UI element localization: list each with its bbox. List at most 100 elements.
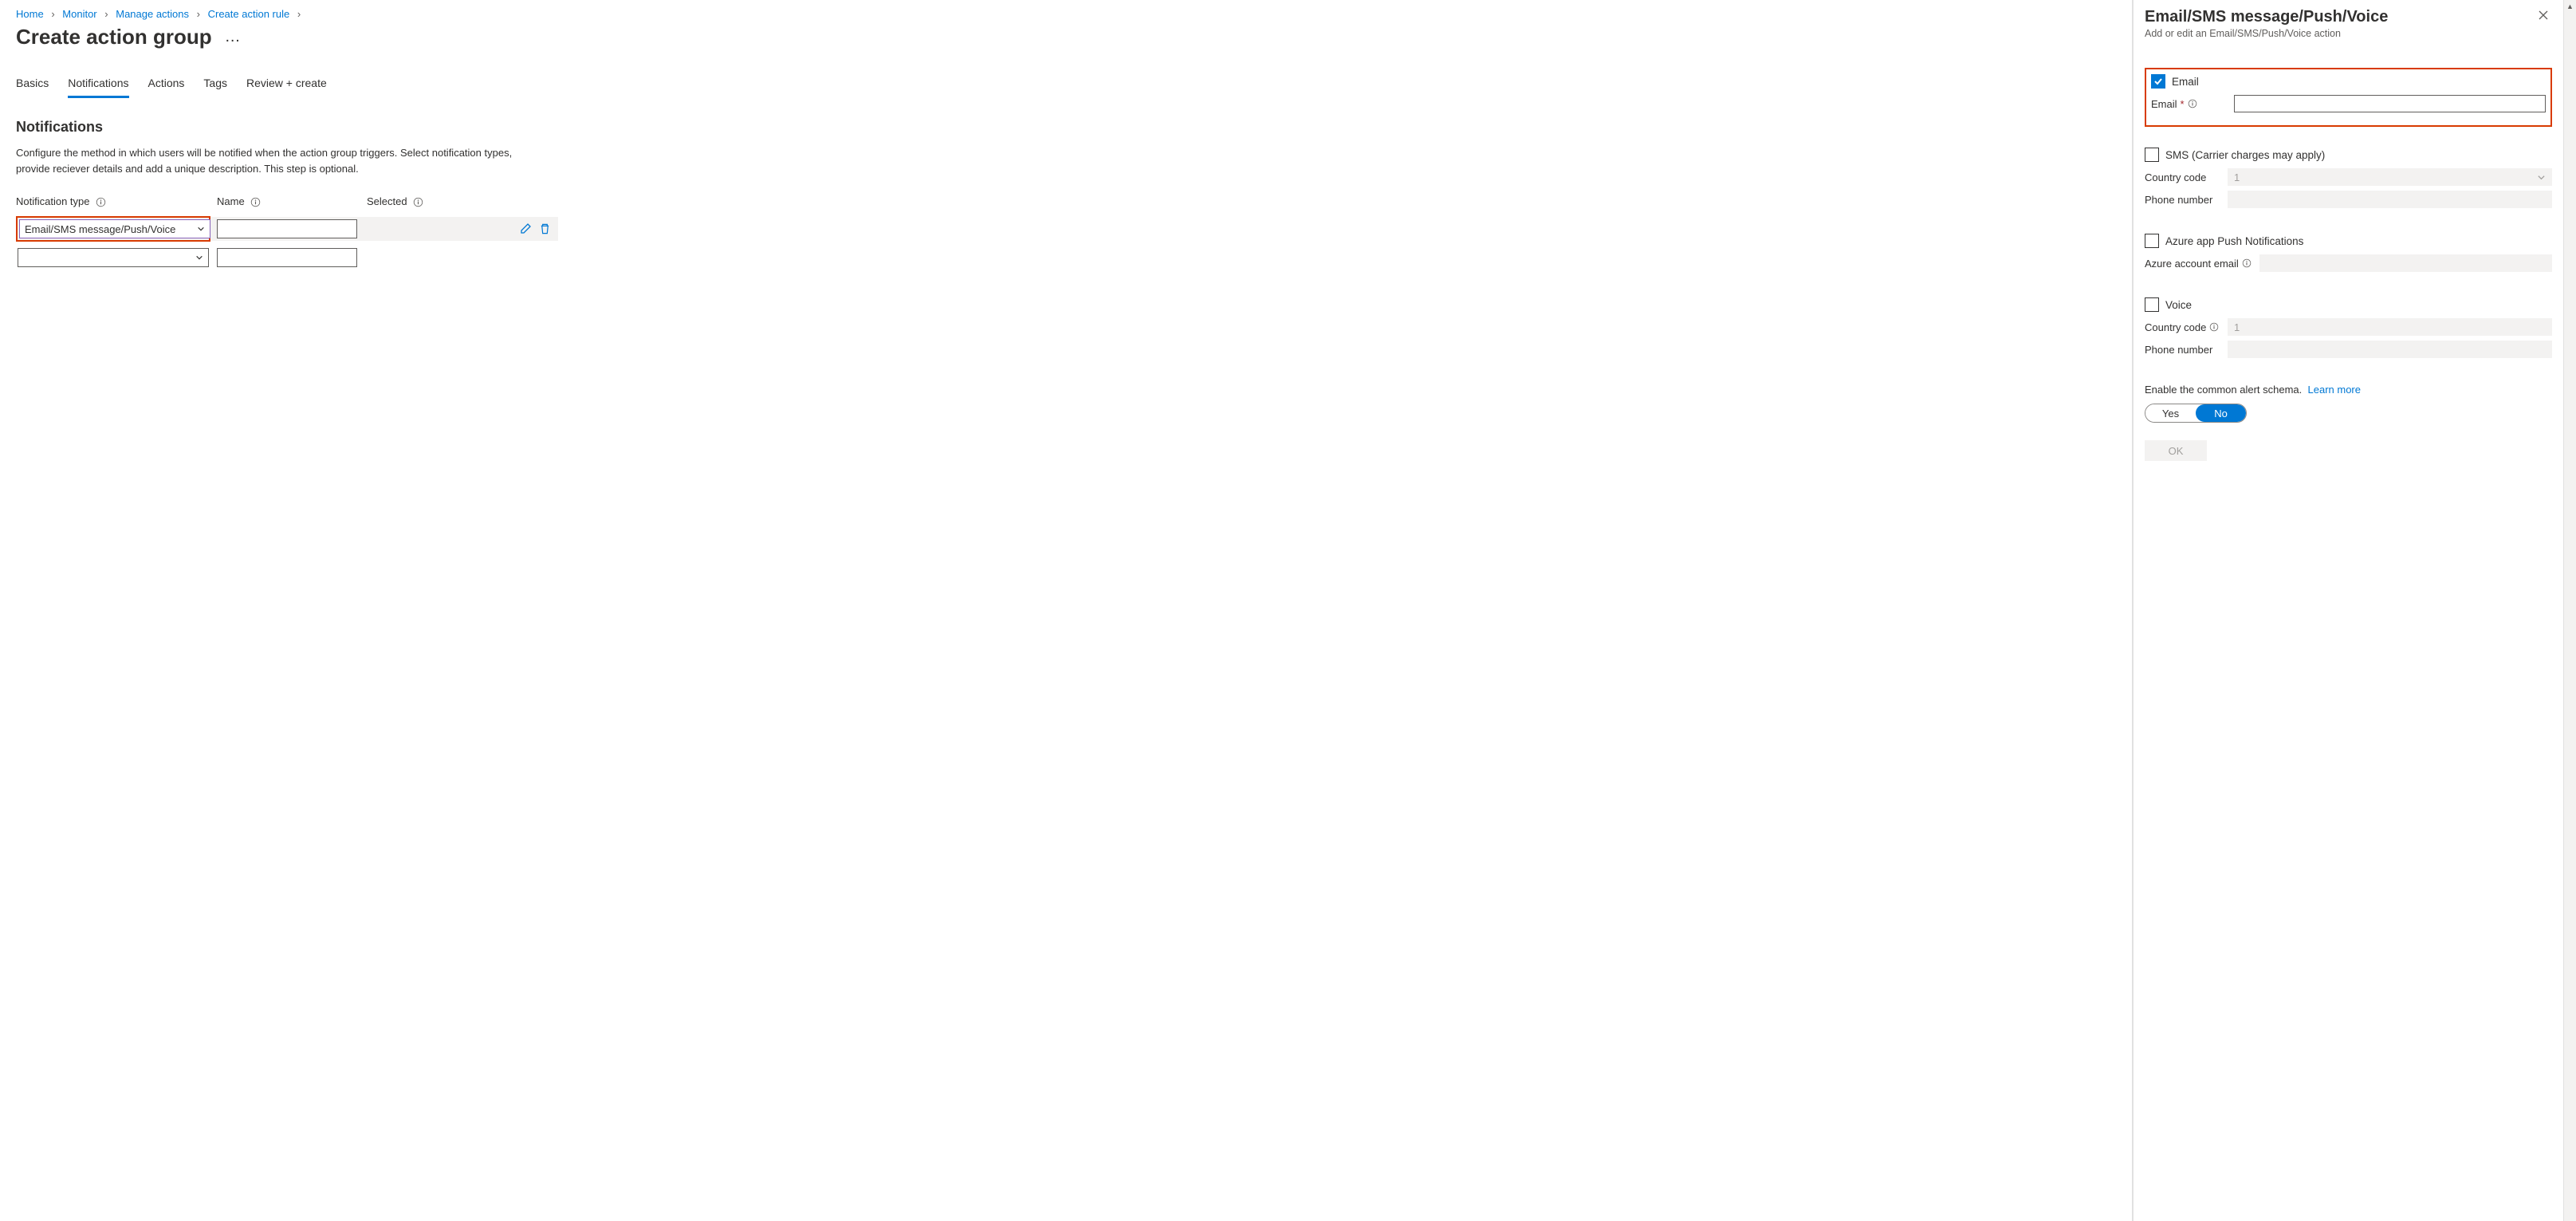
- voice-country-value: 1: [2234, 321, 2240, 333]
- section-heading: Notifications: [16, 119, 2116, 136]
- notification-type-value: Email/SMS message/Push/Voice: [25, 223, 175, 235]
- sms-check-row: SMS (Carrier charges may apply): [2145, 148, 2552, 162]
- main-content: Home › Monitor › Manage actions › Create…: [0, 0, 2133, 1221]
- breadcrumb-sep: ›: [197, 8, 200, 20]
- cell-name: [217, 248, 367, 267]
- sms-phone-input[interactable]: [2228, 191, 2552, 208]
- push-checkbox-label: Azure app Push Notifications: [2165, 235, 2303, 247]
- breadcrumb-manage-actions[interactable]: Manage actions: [116, 8, 189, 20]
- tab-review-create[interactable]: Review + create: [246, 72, 327, 98]
- header-notification-type: Notification type: [16, 195, 217, 207]
- sms-phone-label: Phone number: [2145, 194, 2221, 206]
- name-input[interactable]: [217, 219, 357, 238]
- panel-title: Email/SMS message/Push/Voice: [2145, 8, 2388, 26]
- table-row: [16, 246, 558, 270]
- required-star: *: [2181, 98, 2185, 110]
- voice-country-row: Country code 1: [2145, 318, 2552, 336]
- notification-type-highlight: Email/SMS message/Push/Voice: [16, 216, 210, 242]
- panel-subtitle: Add or edit an Email/SMS/Push/Voice acti…: [2145, 28, 2388, 39]
- breadcrumbs: Home › Monitor › Manage actions › Create…: [16, 8, 2116, 20]
- tab-notifications[interactable]: Notifications: [68, 72, 128, 98]
- schema-text: Enable the common alert schema.: [2145, 384, 2302, 396]
- push-email-input[interactable]: [2259, 254, 2552, 272]
- scroll-up-icon[interactable]: ▲: [2564, 0, 2576, 13]
- edit-icon[interactable]: [518, 222, 533, 236]
- panel-header: Email/SMS message/Push/Voice Add or edit…: [2145, 8, 2552, 68]
- notification-type-select[interactable]: [18, 248, 209, 267]
- section-description: Configure the method in which users will…: [16, 145, 542, 176]
- email-field-label-text: Email: [2151, 98, 2177, 110]
- sms-checkbox-label: SMS (Carrier charges may apply): [2165, 149, 2325, 161]
- breadcrumb-sep: ›: [51, 8, 54, 20]
- ok-button[interactable]: OK: [2145, 440, 2207, 461]
- tabs: Basics Notifications Actions Tags Review…: [16, 72, 2116, 98]
- breadcrumb-create-action-rule[interactable]: Create action rule: [208, 8, 290, 20]
- info-icon[interactable]: [96, 197, 106, 207]
- breadcrumb-home[interactable]: Home: [16, 8, 44, 20]
- email-field-row: Email *: [2151, 95, 2546, 112]
- push-field-label-text: Azure account email: [2145, 258, 2239, 270]
- email-group: Email Email *: [2145, 68, 2552, 127]
- info-icon[interactable]: [2242, 258, 2252, 268]
- push-field-label: Azure account email: [2145, 258, 2253, 270]
- chevron-down-icon: [195, 254, 203, 262]
- schema-row: Enable the common alert schema. Learn mo…: [2145, 384, 2552, 396]
- voice-country-label-text: Country code: [2145, 321, 2206, 333]
- voice-country-label: Country code: [2145, 321, 2221, 333]
- sms-country-row: Country code 1: [2145, 168, 2552, 186]
- breadcrumb-sep: ›: [297, 8, 301, 20]
- notification-type-wrap: [16, 246, 210, 269]
- push-checkbox[interactable]: [2145, 234, 2159, 248]
- cell-notification-type: [16, 246, 217, 269]
- email-checkbox-label: Email: [2172, 76, 2199, 88]
- sms-checkbox[interactable]: [2145, 148, 2159, 162]
- cell-notification-type: Email/SMS message/Push/Voice: [16, 216, 217, 242]
- page-title: Create action group: [16, 25, 212, 49]
- push-check-row: Azure app Push Notifications: [2145, 234, 2552, 248]
- learn-more-link[interactable]: Learn more: [2308, 384, 2361, 396]
- email-check-row: Email: [2151, 74, 2546, 89]
- notifications-table: Notification type Name Selected: [16, 195, 558, 270]
- sms-country-value: 1: [2234, 171, 2240, 183]
- breadcrumb-monitor[interactable]: Monitor: [62, 8, 96, 20]
- voice-country-select[interactable]: 1: [2228, 318, 2552, 336]
- voice-checkbox[interactable]: [2145, 297, 2159, 312]
- info-icon[interactable]: [413, 197, 423, 207]
- voice-check-row: Voice: [2145, 297, 2552, 312]
- email-checkbox[interactable]: [2151, 74, 2165, 89]
- table-row: Email/SMS message/Push/Voice: [16, 217, 558, 241]
- delete-icon[interactable]: [537, 222, 552, 236]
- voice-group: Voice Country code 1 Phone number: [2145, 297, 2552, 358]
- voice-phone-row: Phone number: [2145, 341, 2552, 358]
- tab-tags[interactable]: Tags: [203, 72, 227, 98]
- tab-actions[interactable]: Actions: [148, 72, 185, 98]
- info-icon[interactable]: [2188, 99, 2197, 108]
- header-selected-label: Selected: [367, 195, 407, 207]
- notification-type-select[interactable]: Email/SMS message/Push/Voice: [19, 219, 210, 238]
- breadcrumb-sep: ›: [104, 8, 108, 20]
- info-icon[interactable]: [250, 197, 261, 207]
- schema-toggle-yes[interactable]: Yes: [2145, 404, 2196, 422]
- schema-toggle-no[interactable]: No: [2196, 404, 2246, 422]
- close-icon[interactable]: [2535, 8, 2552, 22]
- tab-basics[interactable]: Basics: [16, 72, 49, 98]
- side-panel: Email/SMS message/Push/Voice Add or edit…: [2133, 0, 2563, 1221]
- header-name: Name: [217, 195, 367, 207]
- push-group: Azure app Push Notifications Azure accou…: [2145, 234, 2552, 272]
- name-input[interactable]: [217, 248, 357, 267]
- header-name-label: Name: [217, 195, 245, 207]
- info-icon[interactable]: [2209, 322, 2219, 332]
- schema-toggle: Yes No: [2145, 404, 2247, 423]
- email-field-label: Email *: [2151, 98, 2228, 110]
- table-header: Notification type Name Selected: [16, 195, 558, 207]
- header-selected: Selected: [367, 195, 558, 207]
- chevron-down-icon: [2537, 173, 2546, 182]
- cell-name: [217, 219, 367, 238]
- scrollbar[interactable]: ▲: [2563, 0, 2576, 1221]
- email-input[interactable]: [2234, 95, 2546, 112]
- more-button[interactable]: …: [225, 28, 242, 46]
- sms-country-select[interactable]: 1: [2228, 168, 2552, 186]
- chevron-down-icon: [197, 225, 205, 233]
- voice-phone-input[interactable]: [2228, 341, 2552, 358]
- push-field-row: Azure account email: [2145, 254, 2552, 272]
